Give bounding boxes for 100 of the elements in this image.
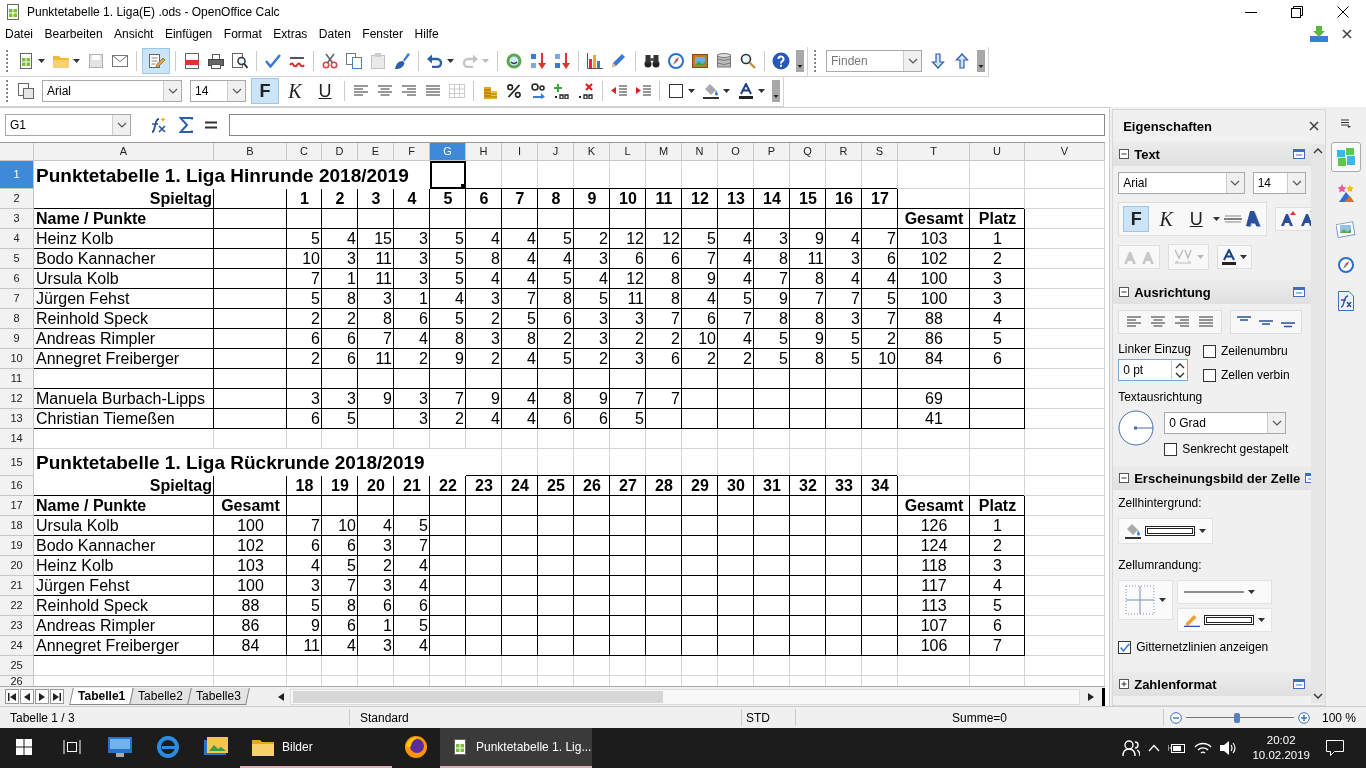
table-cell[interactable]: 3 xyxy=(394,229,430,250)
caret-icon[interactable] xyxy=(723,89,730,94)
table-cell[interactable]: Spieltag xyxy=(34,189,214,210)
menu-item[interactable]: Ansicht xyxy=(114,27,154,42)
table-cell[interactable]: 15 xyxy=(358,229,394,250)
bucket-icon[interactable] xyxy=(703,83,719,100)
row-header[interactable]: 15 xyxy=(0,449,34,477)
table-cell[interactable]: 8 xyxy=(790,309,826,330)
table-cell[interactable]: 7 xyxy=(287,269,322,290)
table-cell[interactable]: 28 xyxy=(646,476,682,497)
more-options-icon[interactable] xyxy=(1293,679,1306,690)
chevron-down-icon[interactable] xyxy=(167,88,178,95)
table-cell[interactable]: 27 xyxy=(610,476,646,497)
format-arrow-icon[interactable] xyxy=(530,83,546,100)
table-cell[interactable]: 10 xyxy=(862,349,898,370)
more-options-icon[interactable] xyxy=(1293,149,1306,160)
table-cell[interactable]: 4 xyxy=(826,269,862,290)
toolbar-grip[interactable] xyxy=(814,50,817,73)
row-header[interactable]: 13 xyxy=(0,409,34,430)
align-left-icon[interactable] xyxy=(354,85,368,98)
zoom-out-icon[interactable] xyxy=(1170,711,1182,724)
table-cell[interactable]: 8 xyxy=(322,289,358,310)
table-cell[interactable]: 11 xyxy=(287,636,322,657)
column-header[interactable]: J xyxy=(538,143,574,162)
column-header[interactable]: H xyxy=(466,143,502,162)
table-cell[interactable]: 4 xyxy=(718,229,754,250)
table-cell[interactable]: Manuela Burbach-Lipps xyxy=(34,389,214,410)
arrow-up-icon[interactable] xyxy=(955,53,969,70)
taskbar-button[interactable]: Punktetabelle 1. Lig... xyxy=(440,728,592,768)
table-cell[interactable]: Platz xyxy=(970,209,1025,230)
sheet-navigation-button[interactable] xyxy=(20,689,34,705)
table-cell[interactable]: 11 xyxy=(790,249,826,270)
table-cell[interactable]: 124 xyxy=(898,536,970,557)
table-cell[interactable]: 2 xyxy=(862,329,898,350)
chevron-down-icon[interactable] xyxy=(1230,180,1241,187)
table-cell[interactable]: 4 xyxy=(574,269,610,290)
toolbar-overflow-icon[interactable] xyxy=(796,50,804,73)
font-name-field[interactable]: Arial xyxy=(1118,172,1245,195)
table-cell[interactable]: Gesamt xyxy=(214,496,287,517)
table-cell[interactable]: 4 xyxy=(502,349,538,370)
table-cell[interactable]: 12 xyxy=(610,269,646,290)
underline-wave-icon[interactable] xyxy=(289,55,305,68)
table-cell[interactable]: 20 xyxy=(358,476,394,497)
table-cell[interactable]: 2 xyxy=(610,329,646,350)
table-cell[interactable]: 6 xyxy=(862,249,898,270)
table-cell[interactable]: 106 xyxy=(898,636,970,657)
table-cell[interactable]: 3 xyxy=(826,309,862,330)
table-cell[interactable]: 11 xyxy=(358,249,394,270)
column-header[interactable]: V xyxy=(1025,143,1105,162)
row-header[interactable]: 11 xyxy=(0,369,34,390)
collapse-icon[interactable] xyxy=(1119,287,1130,298)
table-cell[interactable]: 2 xyxy=(322,309,358,330)
table-cell[interactable]: 6 xyxy=(394,596,430,617)
spin-down-icon[interactable] xyxy=(1174,372,1185,378)
table-cell[interactable]: 3 xyxy=(466,329,502,350)
table-cell[interactable]: 10 xyxy=(287,249,322,270)
table-cell[interactable]: 4 xyxy=(970,309,1025,330)
table-cell[interactable]: 3 xyxy=(574,309,610,330)
split-handle[interactable] xyxy=(1101,687,1105,706)
table-cell[interactable]: Gesamt xyxy=(898,496,970,517)
column-header[interactable]: D xyxy=(322,143,358,162)
table-cell[interactable]: 9 xyxy=(466,389,502,410)
table-cell[interactable]: 3 xyxy=(358,289,394,310)
table-cell[interactable]: 2 xyxy=(970,249,1025,270)
text-style-button[interactable]: K xyxy=(281,78,309,105)
table-cell[interactable]: 3 xyxy=(394,249,430,270)
row-header[interactable]: 10 xyxy=(0,349,34,370)
table-cell[interactable]: 6 xyxy=(287,409,322,430)
shrink-font-icon[interactable] xyxy=(1300,211,1312,228)
menu-item[interactable]: Format xyxy=(223,27,262,42)
table-cell[interactable]: 5 xyxy=(826,349,862,370)
table-cell[interactable]: 100 xyxy=(214,576,287,597)
menu-item[interactable]: Fenster xyxy=(362,27,404,42)
search-icon[interactable] xyxy=(740,53,756,70)
table-cell[interactable]: 7 xyxy=(970,636,1025,657)
table-cell[interactable]: 4 xyxy=(502,389,538,410)
table-cell[interactable]: 4 xyxy=(466,229,502,250)
find-field[interactable]: Finden xyxy=(826,50,922,73)
table-cell[interactable]: 3 xyxy=(466,289,502,310)
table-cell[interactable]: 3 xyxy=(358,536,394,557)
table-cell[interactable]: Jürgen Fehst xyxy=(34,289,214,310)
indent-decrease-icon[interactable] xyxy=(611,85,627,98)
table-cell[interactable]: 3 xyxy=(287,389,322,410)
table-cell[interactable]: 7 xyxy=(646,309,682,330)
table-cell[interactable]: 69 xyxy=(898,389,970,410)
table-cell[interactable]: 102 xyxy=(898,249,970,270)
table-cell[interactable]: 5 xyxy=(287,289,322,310)
table-cell[interactable]: 88 xyxy=(898,309,970,330)
table-cell[interactable]: 102 xyxy=(214,536,287,557)
table-cell[interactable]: 8 xyxy=(430,329,466,350)
angle-dial[interactable] xyxy=(1118,410,1155,447)
table-cell[interactable]: 4 xyxy=(394,329,430,350)
table-cell[interactable]: 4 xyxy=(466,409,502,430)
table-cell[interactable]: 118 xyxy=(898,556,970,577)
table-cell[interactable]: 4 xyxy=(502,409,538,430)
restore-icon[interactable] xyxy=(1291,5,1303,18)
column-header[interactable]: U xyxy=(970,143,1025,162)
table-cell[interactable]: 3 xyxy=(322,389,358,410)
table-cell[interactable]: 12 xyxy=(610,229,646,250)
close-document-icon[interactable] xyxy=(1342,29,1352,40)
